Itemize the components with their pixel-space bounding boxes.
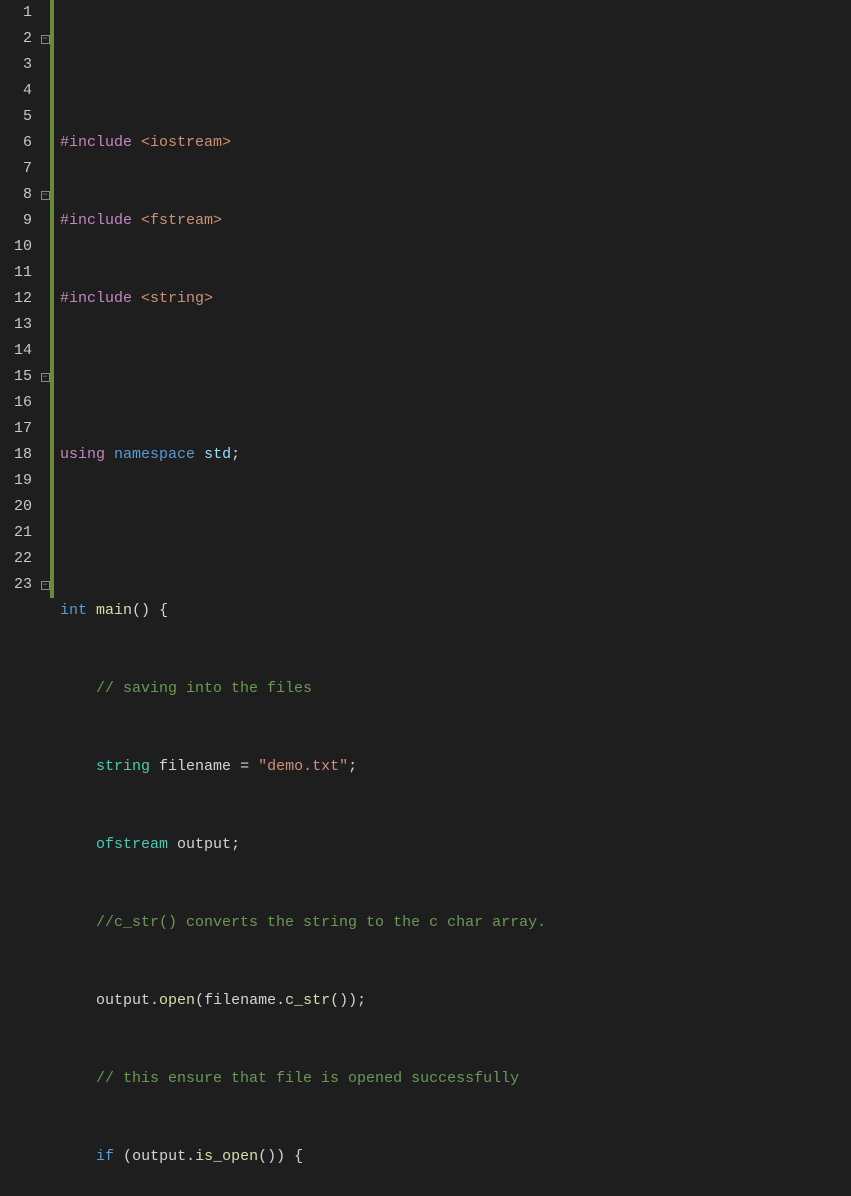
code-line: #include <string> <box>60 286 851 312</box>
line-number: 13 <box>12 312 32 338</box>
line-number: 14 <box>12 338 32 364</box>
line-number: 10 <box>12 234 32 260</box>
line-number: 18 <box>12 442 32 468</box>
line-number: 21 <box>12 520 32 546</box>
line-number: 1 <box>12 0 32 26</box>
line-number: 23 <box>12 572 32 598</box>
code-area[interactable]: #include <iostream> #include <fstream> #… <box>54 0 851 598</box>
line-number: 19 <box>12 468 32 494</box>
code-line: #include <fstream> <box>60 208 851 234</box>
code-line: if (output.is_open()) { <box>60 1144 851 1170</box>
code-editor[interactable]: 1 2 3 4 5 6 7 8 9 10 11 12 13 14 15 16 1… <box>0 0 851 598</box>
line-number: 3 <box>12 52 32 78</box>
code-line: // saving into the files <box>60 676 851 702</box>
line-number: 12 <box>12 286 32 312</box>
code-line: string filename = "demo.txt"; <box>60 754 851 780</box>
fold-margin: − − − − <box>40 0 54 598</box>
fold-minus-icon[interactable]: − <box>41 581 50 590</box>
fold-minus-icon[interactable]: − <box>41 35 50 44</box>
code-line <box>60 52 851 78</box>
code-line <box>60 520 851 546</box>
line-number: 17 <box>12 416 32 442</box>
code-line: output.open(filename.c_str()); <box>60 988 851 1014</box>
code-line: using namespace std; <box>60 442 851 468</box>
line-number-gutter: 1 2 3 4 5 6 7 8 9 10 11 12 13 14 15 16 1… <box>0 0 40 598</box>
code-line: #include <iostream> <box>60 130 851 156</box>
line-number: 8 <box>12 182 32 208</box>
line-number: 15 <box>12 364 32 390</box>
code-line: //c_str() converts the string to the c c… <box>60 910 851 936</box>
line-number: 11 <box>12 260 32 286</box>
line-number: 22 <box>12 546 32 572</box>
code-line: // this ensure that file is opened succe… <box>60 1066 851 1092</box>
code-line <box>60 364 851 390</box>
line-number: 9 <box>12 208 32 234</box>
line-number: 20 <box>12 494 32 520</box>
line-number: 5 <box>12 104 32 130</box>
fold-minus-icon[interactable]: − <box>41 191 50 200</box>
line-number: 16 <box>12 390 32 416</box>
line-number: 2 <box>12 26 32 52</box>
line-number: 6 <box>12 130 32 156</box>
line-number: 7 <box>12 156 32 182</box>
line-number: 4 <box>12 78 32 104</box>
code-line: int main() { <box>60 598 851 624</box>
fold-minus-icon[interactable]: − <box>41 373 50 382</box>
code-line: ofstream output; <box>60 832 851 858</box>
